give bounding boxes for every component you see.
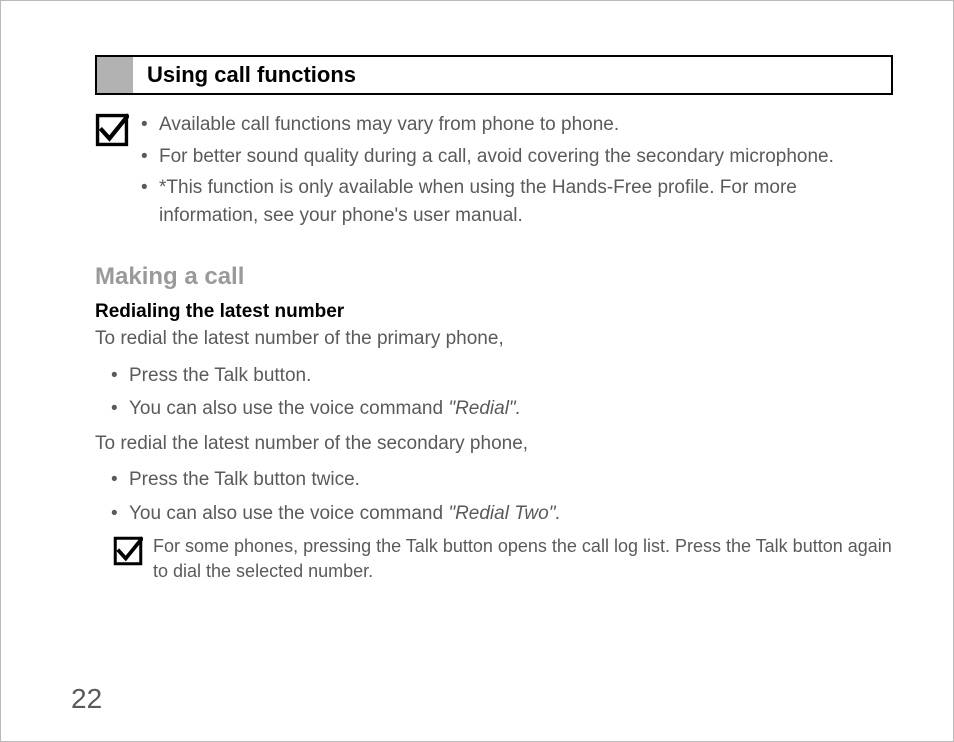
step-text: You can also use the voice command xyxy=(129,398,448,419)
step-item: You can also use the voice command "Redi… xyxy=(111,499,893,528)
top-note-item: *This function is only available when us… xyxy=(141,174,893,229)
section-title: Using call functions xyxy=(147,62,356,88)
paragraph: To redial the latest number of the prima… xyxy=(95,325,893,353)
bottom-note-text: For some phones, pressing the Talk butto… xyxy=(153,534,893,584)
checkbox-icon xyxy=(95,113,129,147)
steps-list-secondary: Press the Talk button twice. You can als… xyxy=(111,465,893,528)
header-accent-block xyxy=(97,57,133,93)
voice-command: "Redial". xyxy=(448,398,521,419)
step-item: You can also use the voice command "Redi… xyxy=(111,394,893,423)
top-note-item: For better sound quality during a call, … xyxy=(141,143,893,171)
page-number: 22 xyxy=(71,683,102,715)
step-item: Press the Talk button. xyxy=(111,361,893,390)
note-block-bottom: For some phones, pressing the Talk butto… xyxy=(113,534,893,584)
steps-list-primary: Press the Talk button. You can also use … xyxy=(111,361,893,424)
note-block-top: Available call functions may vary from p… xyxy=(95,111,893,233)
section-header: Using call functions xyxy=(95,55,893,95)
top-note-item: Available call functions may vary from p… xyxy=(141,111,893,139)
voice-command: "Redial Two". xyxy=(448,503,560,524)
topic-heading: Redialing the latest number xyxy=(95,301,893,323)
subsection-heading: Making a call xyxy=(95,263,893,291)
paragraph: To redial the latest number of the secon… xyxy=(95,430,893,458)
step-text: You can also use the voice command xyxy=(129,503,448,524)
step-item: Press the Talk button twice. xyxy=(111,465,893,494)
checkbox-icon xyxy=(113,536,143,566)
top-notes-list: Available call functions may vary from p… xyxy=(141,111,893,233)
manual-page: Using call functions Available call func… xyxy=(0,0,954,742)
